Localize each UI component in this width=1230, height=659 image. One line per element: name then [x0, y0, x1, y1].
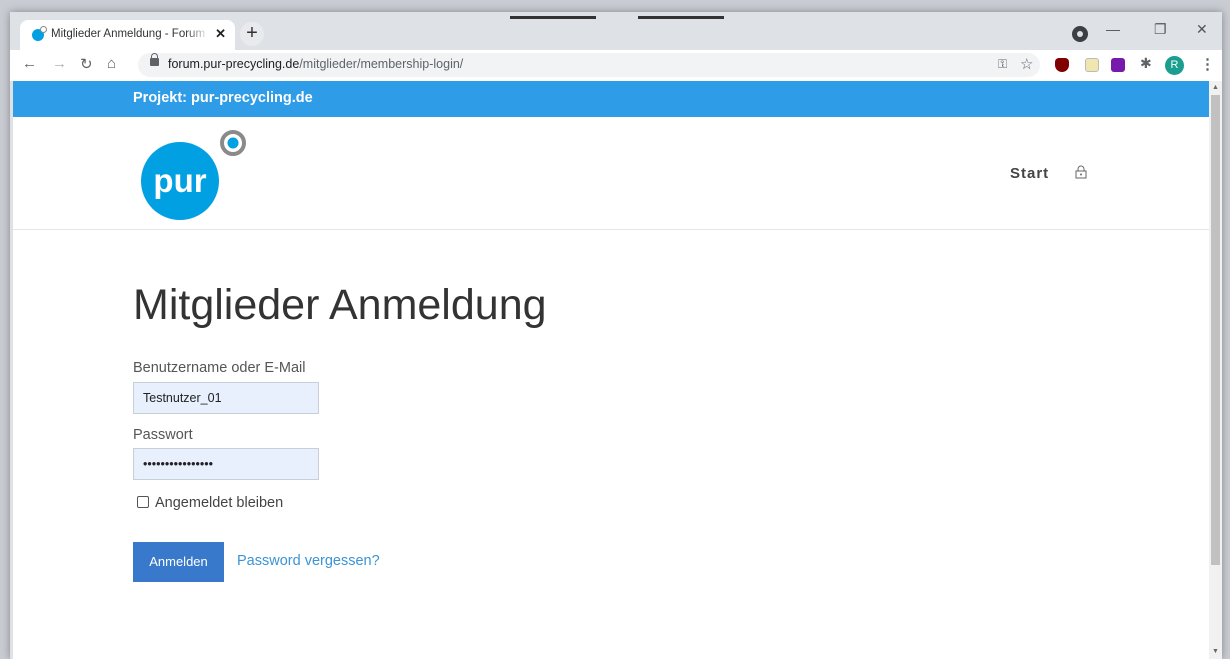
- back-icon[interactable]: ←: [22, 55, 37, 72]
- password-label: Passwort: [133, 427, 193, 443]
- url-host: forum.pur-precycling.de: [168, 57, 300, 71]
- topbar-text: Projekt: pur-precycling.de: [133, 90, 313, 106]
- home-icon[interactable]: ⌂: [107, 55, 116, 72]
- checkbox-icon[interactable]: [137, 496, 149, 508]
- username-label: Benutzername oder E-Mail: [133, 360, 306, 376]
- scrollbar[interactable]: ▲ ▼: [1209, 81, 1222, 659]
- notes-icon[interactable]: [1085, 58, 1099, 72]
- login-button[interactable]: Anmelden: [133, 542, 224, 582]
- page-title: Mitglieder Anmeldung: [133, 281, 547, 329]
- browser-tab[interactable]: Mitglieder Anmeldung - Forum P ✕: [20, 20, 235, 50]
- close-tab-icon[interactable]: ✕: [215, 26, 226, 42]
- tab-strip: Mitglieder Anmeldung - Forum P ✕ + — ❐ ✕: [10, 12, 1222, 50]
- ublock-icon[interactable]: [1055, 58, 1069, 72]
- close-window-icon[interactable]: ✕: [1196, 21, 1208, 38]
- extensions-icon[interactable]: ✱: [1140, 55, 1152, 72]
- key-icon[interactable]: ⚿: [998, 57, 1007, 72]
- minimize-icon[interactable]: —: [1106, 21, 1120, 37]
- tab-strip-marker: [638, 16, 724, 19]
- star-icon[interactable]: ☆: [1020, 55, 1033, 73]
- site-topbar: Projekt: pur-precycling.de: [13, 81, 1209, 117]
- url-text[interactable]: forum.pur-precycling.de/mitglieder/membe…: [168, 57, 463, 71]
- pur-logo[interactable]: pur: [140, 129, 250, 221]
- new-tab-button[interactable]: +: [240, 22, 264, 46]
- page-viewport: Projekt: pur-precycling.de pur Start Mit…: [13, 81, 1209, 659]
- remember-label: Angemeldet bleiben: [155, 495, 284, 511]
- browser-window: Mitglieder Anmeldung - Forum P ✕ + — ❐ ✕…: [10, 12, 1222, 659]
- password-input[interactable]: ••••••••••••••••: [133, 448, 319, 480]
- scroll-up-icon[interactable]: ▲: [1212, 84, 1219, 91]
- scroll-thumb[interactable]: [1211, 95, 1220, 565]
- forward-icon[interactable]: →: [52, 55, 67, 72]
- remember-me-checkbox[interactable]: Angemeldet bleiben: [137, 495, 283, 511]
- site-header: pur Start: [13, 117, 1209, 230]
- logo-text: pur: [153, 162, 206, 199]
- menu-icon[interactable]: ⋮: [1200, 55, 1215, 73]
- tab-strip-marker: [510, 16, 596, 19]
- avatar[interactable]: R: [1165, 56, 1184, 75]
- tab-title: Mitglieder Anmeldung - Forum P: [51, 28, 209, 40]
- restore-icon[interactable]: ❐: [1154, 21, 1167, 38]
- lock-icon[interactable]: [1075, 165, 1087, 179]
- forgot-password-link[interactable]: Password vergessen?: [237, 553, 380, 569]
- scroll-down-icon[interactable]: ▼: [1212, 648, 1219, 655]
- address-bar[interactable]: forum.pur-precycling.de/mitglieder/membe…: [138, 53, 1040, 77]
- profile-indicator-icon[interactable]: [1072, 26, 1088, 42]
- favicon-icon: [32, 26, 47, 41]
- url-path: /mitglieder/membership-login/: [299, 57, 464, 71]
- reload-icon[interactable]: ↻: [80, 55, 93, 73]
- nav-start-link[interactable]: Start: [1010, 165, 1049, 182]
- onenote-icon[interactable]: [1111, 58, 1125, 72]
- lock-icon[interactable]: [150, 53, 159, 66]
- browser-toolbar: ← → ↻ ⌂ forum.pur-precycling.de/mitglied…: [10, 50, 1222, 81]
- username-input[interactable]: Testnutzer_01: [133, 382, 319, 414]
